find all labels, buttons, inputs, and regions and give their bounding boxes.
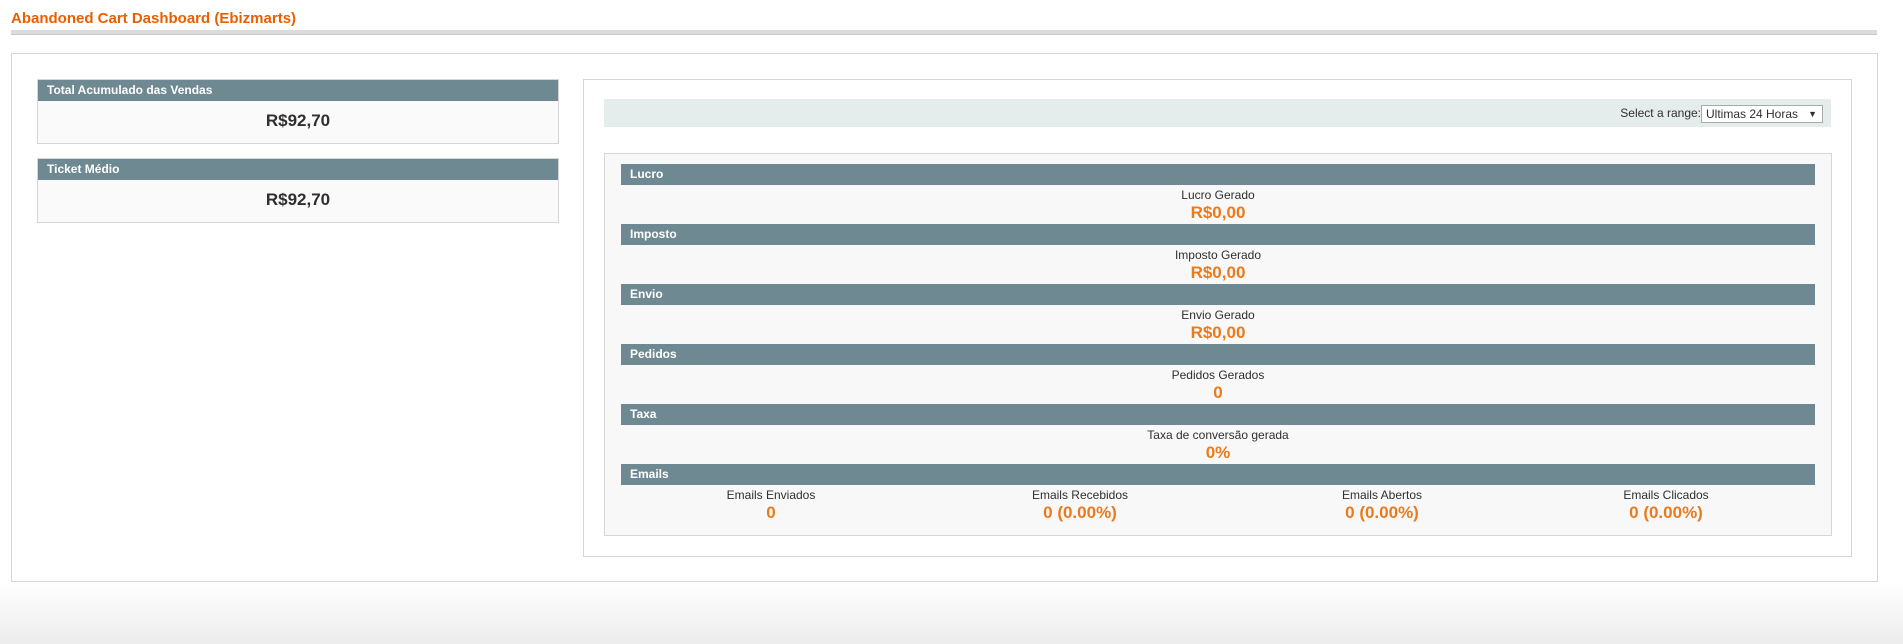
email-clicked-label: Emails Clicados <box>1623 488 1709 502</box>
email-stat-opened: Emails Abertos 0 (0.00%) <box>1262 485 1502 523</box>
email-stat-clicked: Emails Clicados 0 (0.00%) <box>1546 485 1786 523</box>
email-received-label: Emails Recebidos <box>1031 488 1129 502</box>
email-stats: Emails Enviados 0 Emails Recebidos 0 (0.… <box>621 485 1815 525</box>
imposto-label: Imposto Gerado <box>1174 248 1262 262</box>
email-stat-received: Emails Recebidos 0 (0.00%) <box>960 485 1200 523</box>
range-select[interactable]: Ultimas 24 Horas ▼ <box>1701 105 1823 123</box>
section-taxa: Taxa Taxa de conversão gerada 0% <box>621 404 1815 463</box>
range-label: Select a range: <box>1620 106 1701 120</box>
email-opened-label: Emails Abertos <box>1341 488 1423 502</box>
lucro-label: Lucro Gerado <box>1181 188 1255 202</box>
page-title: Abandoned Cart Dashboard (Ebizmarts) <box>11 10 297 27</box>
lucro-value: R$0,00 <box>1190 203 1246 222</box>
envio-value: R$0,00 <box>1190 323 1246 342</box>
section-pedidos: Pedidos Pedidos Gerados 0 <box>621 344 1815 403</box>
average-ticket-header: Ticket Médio <box>38 159 558 180</box>
section-emails: Emails Emails Enviados 0 Emails Recebido… <box>621 464 1815 525</box>
section-pedidos-header: Pedidos <box>621 344 1815 365</box>
email-received-value: 0 (0.00%) <box>1043 503 1117 522</box>
total-sales-widget: Total Acumulado das Vendas R$92,70 <box>37 79 559 144</box>
envio-label: Envio Gerado <box>1181 308 1255 322</box>
average-ticket-value: R$92,70 <box>265 190 331 209</box>
section-emails-header: Emails <box>621 464 1815 485</box>
section-envio: Envio Envio Gerado R$0,00 <box>621 284 1815 343</box>
email-sent-label: Emails Enviados <box>726 488 816 502</box>
page-footer-gradient <box>0 582 1903 644</box>
section-imposto: Imposto Imposto Gerado R$0,00 <box>621 224 1815 283</box>
section-taxa-header: Taxa <box>621 404 1815 425</box>
email-sent-value: 0 <box>766 503 776 522</box>
email-stat-sent: Emails Enviados 0 <box>651 485 891 523</box>
total-sales-value: R$92,70 <box>265 111 331 130</box>
title-divider <box>11 30 1877 35</box>
email-clicked-value: 0 (0.00%) <box>1629 503 1703 522</box>
pedidos-label: Pedidos Gerados <box>1171 368 1265 382</box>
taxa-label: Taxa de conversão gerada <box>1147 428 1289 442</box>
section-lucro-header: Lucro <box>621 164 1815 185</box>
taxa-value: 0% <box>1205 443 1231 462</box>
email-opened-value: 0 (0.00%) <box>1345 503 1419 522</box>
dropdown-arrow-icon: ▼ <box>1808 109 1817 119</box>
section-envio-header: Envio <box>621 284 1815 305</box>
range-selected-value: Ultimas 24 Horas <box>1706 107 1799 121</box>
average-ticket-widget: Ticket Médio R$92,70 <box>37 158 559 223</box>
section-imposto-header: Imposto <box>621 224 1815 245</box>
stats-box: Lucro Lucro Gerado R$0,00 Imposto Impost… <box>604 153 1832 536</box>
pedidos-value: 0 <box>1213 383 1223 402</box>
imposto-value: R$0,00 <box>1190 263 1246 282</box>
section-lucro: Lucro Lucro Gerado R$0,00 <box>621 164 1815 223</box>
range-bar: Select a range: Ultimas 24 Horas ▼ <box>604 99 1831 127</box>
total-sales-header: Total Acumulado das Vendas <box>38 80 558 101</box>
stats-panel: Select a range: Ultimas 24 Horas ▼ Lucro… <box>583 79 1852 557</box>
